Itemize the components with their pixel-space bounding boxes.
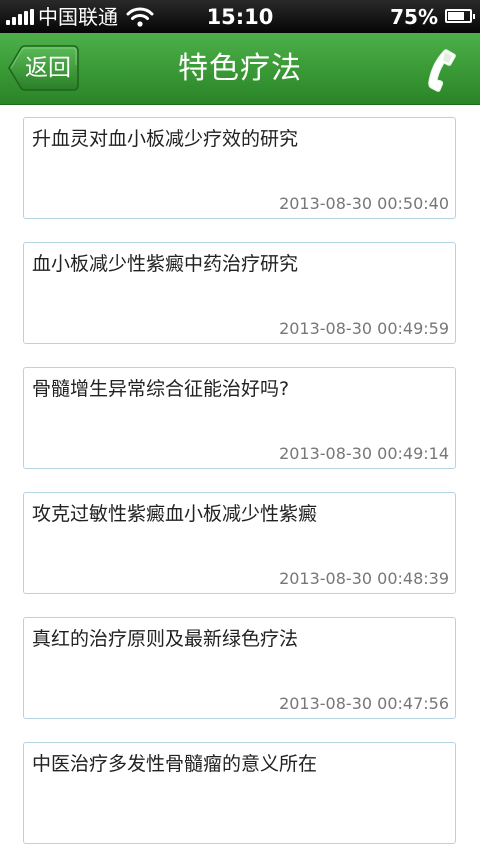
list-item-date: 2013-08-30 00:50:40 [279,194,449,213]
list-item-title: 攻克过敏性紫癜血小板减少性紫癜 [32,503,318,525]
phone-button[interactable] [420,46,460,92]
list-item-title: 血小板减少性紫癜中药治疗研究 [32,253,299,275]
list-item-date: 2013-08-30 00:47:56 [279,694,449,713]
battery-percentage: 75% [390,5,438,29]
list-item[interactable]: 骨髓增生异常综合征能治好吗? 2013-08-30 00:49:14 [23,367,456,469]
list-item-date: 2013-08-30 00:49:14 [279,444,449,463]
list-item-title: 升血灵对血小板减少疗效的研究 [32,128,299,150]
list-item-title: 中医治疗多发性骨髓瘤的意义所在 [32,753,318,775]
phone-icon [428,49,456,92]
status-bar: 中国联通 15:10 75% [0,0,480,33]
list-item[interactable]: 血小板减少性紫癜中药治疗研究 2013-08-30 00:49:59 [23,242,456,344]
list-item-title: 骨髓增生异常综合征能治好吗? [32,378,290,400]
list-item-date: 2013-08-30 00:49:59 [279,319,449,338]
list-item[interactable]: 攻克过敏性紫癜血小板减少性紫癜 2013-08-30 00:48:39 [23,492,456,594]
list-item[interactable]: 真红的治疗原则及最新绿色疗法 2013-08-30 00:47:56 [23,617,456,719]
list-item[interactable]: 中医治疗多发性骨髓瘤的意义所在 [23,742,456,844]
list-item-title: 真红的治疗原则及最新绿色疗法 [32,628,299,650]
article-list: 升血灵对血小板减少疗效的研究 2013-08-30 00:50:40 血小板减少… [0,105,480,844]
battery-level [448,12,464,20]
battery-icon [445,9,475,23]
list-item[interactable]: 升血灵对血小板减少疗效的研究 2013-08-30 00:50:40 [23,117,456,219]
title-bar: 返回 特色疗法 [0,33,480,105]
page-title: 特色疗法 [178,51,302,86]
list-item-date: 2013-08-30 00:48:39 [279,569,449,588]
